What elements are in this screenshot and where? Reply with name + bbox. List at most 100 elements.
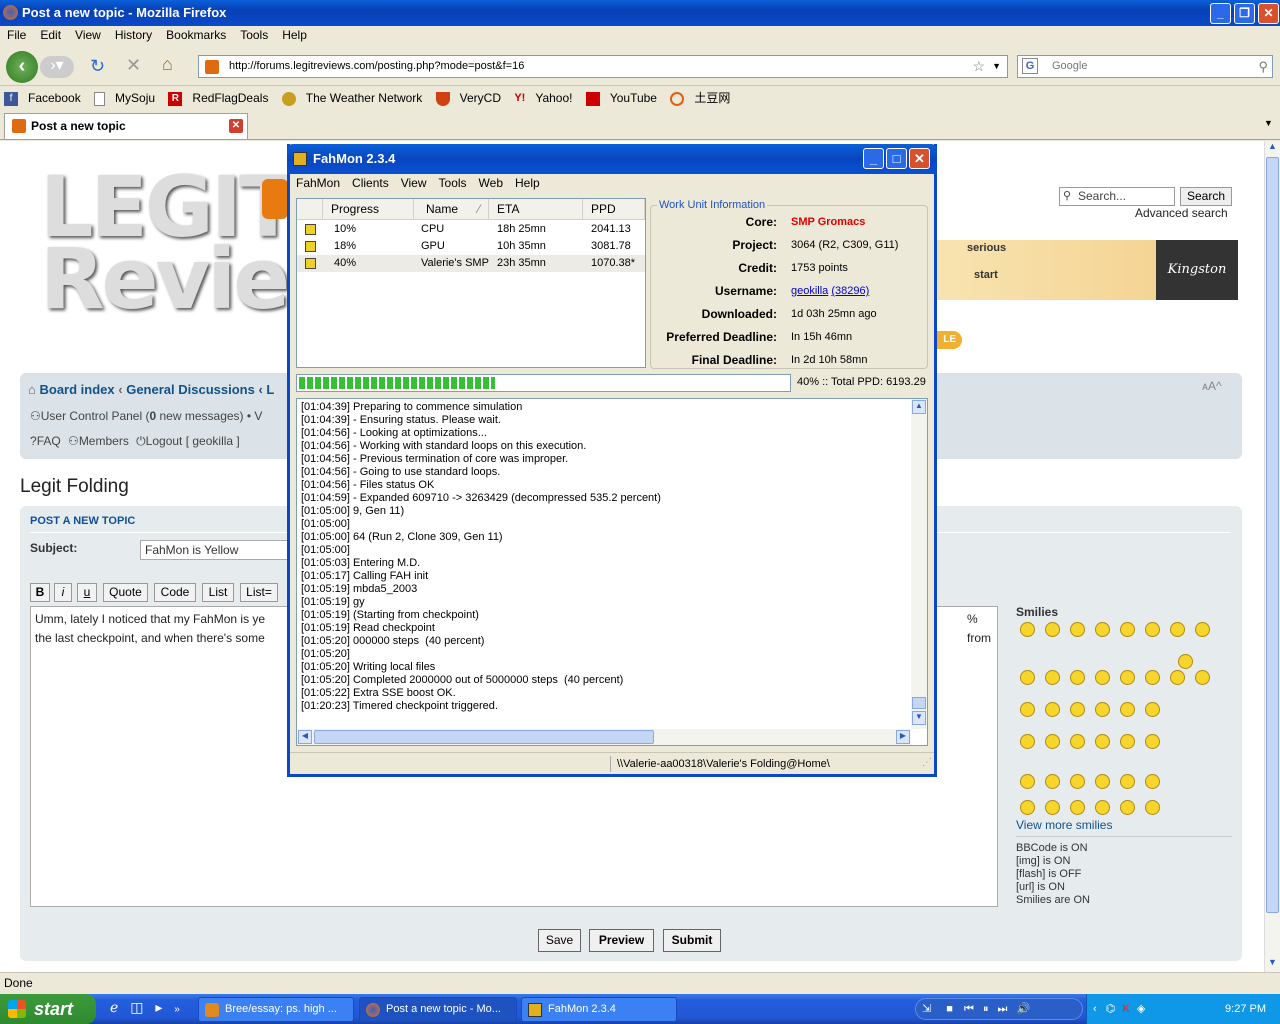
smiley-icon[interactable] <box>1070 702 1085 717</box>
smiley-icon[interactable] <box>1145 670 1160 685</box>
menu-edit[interactable]: Edit <box>33 26 68 44</box>
font-size-icon[interactable]: ᴀA^ <box>1202 379 1222 393</box>
smiley-icon[interactable] <box>1020 734 1035 749</box>
smiley-icon[interactable] <box>1070 734 1085 749</box>
tray-network-icon[interactable]: ⌬ <box>1106 1003 1116 1015</box>
column-status[interactable] <box>297 199 323 220</box>
breadcrumb-board-index[interactable]: Board index <box>39 382 114 397</box>
smiley-icon[interactable] <box>1120 800 1135 815</box>
media-player-icon[interactable]: ▸ <box>155 999 162 1015</box>
kingston-ad-banner[interactable]: serious start Kingston <box>937 240 1238 300</box>
list-ordered-button[interactable]: List= <box>240 583 278 602</box>
menu-bookmarks[interactable]: Bookmarks <box>159 26 233 44</box>
tab-post-new-topic[interactable]: Post a new topic ✕ <box>4 113 248 139</box>
smiley-icon[interactable] <box>1145 622 1160 637</box>
fahmon-menu-tools[interactable]: Tools <box>433 174 473 192</box>
smiley-icon[interactable] <box>1145 734 1160 749</box>
desktop-icon[interactable]: ◫ <box>130 999 143 1015</box>
search-bar[interactable]: G Google ⚲ <box>1017 55 1273 78</box>
media-switch-icon[interactable]: ⇲ <box>922 1003 931 1015</box>
client-list[interactable]: Progress Name ⁄ ETA PPD 10% CPU 18h 25mn 204… <box>296 198 646 368</box>
username-link[interactable]: geokilla <box>791 285 828 297</box>
home-icon[interactable]: ⌂ <box>162 54 173 75</box>
fahmon-menu-help[interactable]: Help <box>509 174 546 192</box>
log-horizontal-scrollbar[interactable]: ◀ ▶ <box>297 729 911 745</box>
media-next-icon[interactable]: ⏭ <box>998 1003 1008 1015</box>
media-pause-icon[interactable]: ⏸ <box>983 1003 989 1015</box>
smiley-icon[interactable] <box>1120 702 1135 717</box>
smiley-icon[interactable] <box>1095 702 1110 717</box>
column-eta[interactable]: ETA <box>489 199 583 220</box>
menu-view[interactable]: View <box>68 26 108 44</box>
task-firefox[interactable]: Post a new topic - Mo... <box>359 997 517 1022</box>
minimize-button[interactable]: _ <box>1210 3 1231 24</box>
faq-link[interactable]: FAQ <box>37 434 61 448</box>
client-row[interactable]: 40% Valerie's SMP 23h 35mn 1070.38* <box>297 255 645 272</box>
menu-history[interactable]: History <box>108 26 159 44</box>
smiley-icon[interactable] <box>1070 774 1085 789</box>
advanced-search-link[interactable]: Advanced search <box>1135 206 1228 220</box>
scroll-up-icon[interactable]: ▲ <box>1265 141 1280 156</box>
fahmon-minimize-button[interactable]: _ <box>863 148 884 169</box>
breadcrumb-current[interactable]: ‹ L <box>258 382 274 397</box>
smiley-icon[interactable] <box>1020 622 1035 637</box>
tab-list-icon[interactable]: ▼ <box>1264 118 1273 128</box>
save-button[interactable]: Save <box>538 929 581 952</box>
column-progress[interactable]: Progress <box>323 199 414 220</box>
smiley-icon[interactable] <box>1045 774 1060 789</box>
media-stop-icon[interactable]: ■ <box>946 1003 953 1015</box>
quick-launch-expand-icon[interactable]: » <box>174 1004 180 1015</box>
log-hscroll-thumb[interactable] <box>314 730 654 744</box>
smiley-icon[interactable] <box>1120 774 1135 789</box>
bookmark-tudou[interactable]: 土豆网 <box>694 91 730 105</box>
fahmon-close-button[interactable]: ✕ <box>909 148 930 169</box>
code-button[interactable]: Code <box>154 583 196 602</box>
breadcrumb-general-discussions[interactable]: General Discussions <box>126 382 255 397</box>
bookmark-youtube[interactable]: YouTube <box>610 91 657 105</box>
task-bree-essay[interactable]: Bree/essay: ps. high ... <box>198 997 354 1022</box>
menu-help[interactable]: Help <box>275 26 314 44</box>
fahmon-menu-web[interactable]: Web <box>473 174 509 192</box>
smiley-icon[interactable] <box>1120 622 1135 637</box>
close-button[interactable]: ✕ <box>1258 3 1279 24</box>
bookmark-yahoo[interactable]: Yahoo! <box>535 91 572 105</box>
smiley-icon[interactable] <box>1020 670 1035 685</box>
menu-tools[interactable]: Tools <box>233 26 275 44</box>
smiley-icon[interactable] <box>1095 670 1110 685</box>
log-scroll-up-icon[interactable]: ▲ <box>912 400 926 414</box>
back-button[interactable]: ‹ <box>6 51 38 83</box>
fahmon-menu-fahmon[interactable]: FahMon <box>290 174 346 192</box>
quote-button[interactable]: Quote <box>103 583 148 602</box>
bookmark-redflagdeals[interactable]: RedFlagDeals <box>192 91 268 105</box>
scroll-thumb[interactable] <box>1266 157 1279 913</box>
bookmark-star-icon[interactable]: ☆ <box>972 56 985 77</box>
menu-file[interactable]: File <box>0 26 33 44</box>
tray-antivirus-icon[interactable]: K <box>1122 1003 1129 1015</box>
media-volume-icon[interactable]: 🔊 <box>1017 1003 1031 1015</box>
logout-link[interactable]: Logout [ geokilla ] <box>146 434 240 448</box>
smiley-icon[interactable] <box>1178 654 1193 669</box>
italic-button[interactable]: i <box>54 583 72 602</box>
fahmon-menu-clients[interactable]: Clients <box>346 174 395 192</box>
smiley-icon[interactable] <box>1195 622 1210 637</box>
preview-button[interactable]: Preview <box>589 929 654 952</box>
smiley-icon[interactable] <box>1045 622 1060 637</box>
user-control-panel-link[interactable]: ⚇User Control Panel (0 new messages) • V <box>30 409 262 423</box>
log-scroll-thumb[interactable] <box>912 697 926 709</box>
smiley-icon[interactable] <box>1170 670 1185 685</box>
smiley-icon[interactable] <box>1120 670 1135 685</box>
smiley-icon[interactable] <box>1145 774 1160 789</box>
members-link[interactable]: Members <box>79 434 129 448</box>
scroll-down-icon[interactable]: ▼ <box>1265 957 1280 972</box>
log-scroll-left-icon[interactable]: ◀ <box>298 730 312 744</box>
reload-icon[interactable]: ↻ <box>90 56 105 77</box>
fahmon-menu-view[interactable]: View <box>395 174 433 192</box>
task-fahmon[interactable]: FahMon 2.3.4 <box>521 997 677 1022</box>
media-prev-icon[interactable]: ⏮ <box>964 1003 974 1015</box>
forum-search-input[interactable]: ⚲ Search... <box>1059 187 1175 206</box>
smiley-icon[interactable] <box>1020 702 1035 717</box>
smiley-icon[interactable] <box>1070 800 1085 815</box>
start-button[interactable]: start <box>0 994 96 1024</box>
bookmark-mysoju[interactable]: MySoju <box>115 91 155 105</box>
address-bar[interactable]: http://forums.legitreviews.com/posting.p… <box>198 55 1008 78</box>
